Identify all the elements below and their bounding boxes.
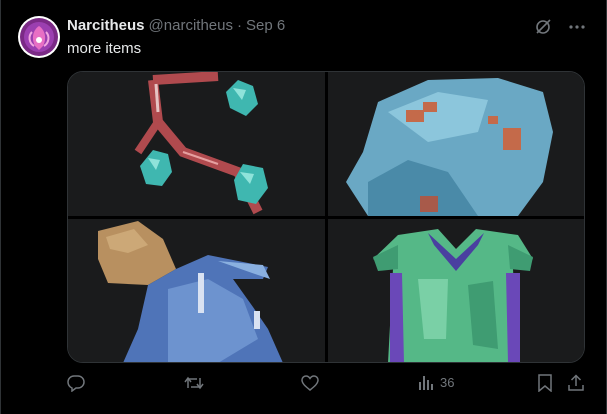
- media-image-potion[interactable]: [68, 219, 325, 362]
- avatar[interactable]: [18, 16, 60, 58]
- like-button[interactable]: [301, 374, 319, 392]
- avatar-image: [20, 18, 58, 56]
- bookmark-button[interactable]: [537, 374, 553, 392]
- more-options-icon[interactable]: [566, 16, 588, 38]
- media-grid: [67, 71, 585, 363]
- author-name[interactable]: Narcitheus: [67, 17, 145, 35]
- share-button[interactable]: [567, 374, 585, 392]
- separator-dot: ·: [236, 17, 242, 34]
- author-handle[interactable]: @narcitheus: [149, 17, 233, 35]
- tweet-text: more items: [67, 40, 142, 57]
- reply-button[interactable]: [67, 374, 85, 392]
- views-button[interactable]: 36: [418, 374, 454, 390]
- media-image-branch[interactable]: [68, 72, 325, 216]
- views-count: 36: [440, 374, 455, 390]
- views-chart-icon: [419, 376, 433, 390]
- retweet-icon: [184, 376, 204, 390]
- bookmark-icon: [538, 374, 552, 392]
- retweet-button[interactable]: [184, 374, 204, 392]
- tweet-header: Narcitheus @narcitheus · Sep 6: [67, 17, 285, 35]
- tweet-card[interactable]: Narcitheus @narcitheus · Sep 6 more item…: [0, 0, 607, 414]
- tweet-date[interactable]: Sep 6: [246, 17, 285, 35]
- media-image-stone[interactable]: [328, 72, 584, 216]
- media-image-tunic[interactable]: [328, 219, 584, 362]
- reply-icon: [67, 375, 85, 392]
- tweet-action-bar: 36: [67, 374, 589, 396]
- heart-icon: [301, 375, 319, 391]
- share-icon: [568, 374, 584, 391]
- tweet-top-actions: [532, 16, 588, 38]
- grok-icon[interactable]: [532, 16, 554, 38]
